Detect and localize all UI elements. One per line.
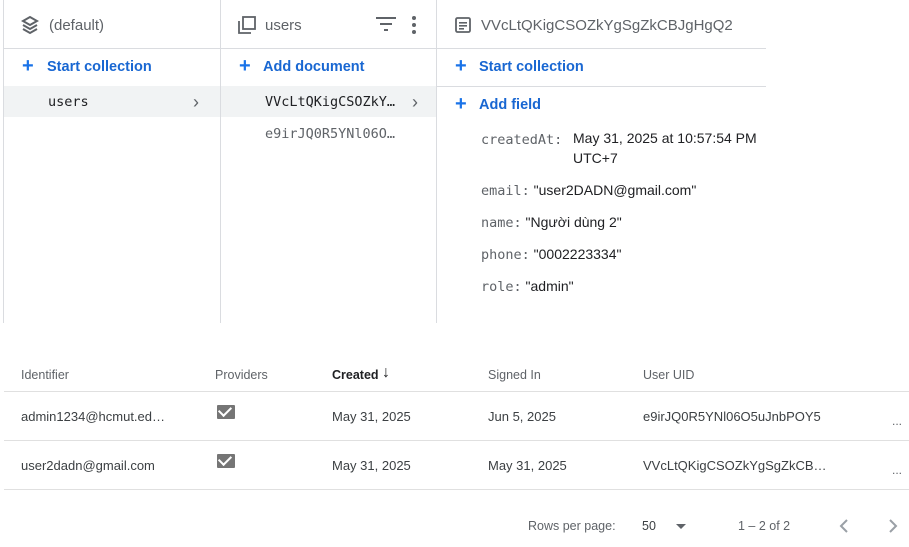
column-header-uid[interactable]: User UID <box>643 368 694 382</box>
cell-uid: e9irJQ0R5YNl06O5uJnbPOY5 <box>643 409 821 424</box>
cell-created: May 31, 2025 <box>332 458 411 473</box>
field-email[interactable]: email: "user2DADN@gmail.com" <box>481 182 696 199</box>
document-id-label: VVcLtQKigCSOZkYgSgZkCBJgHgQ2 <box>265 94 403 110</box>
mail-icon <box>217 454 235 468</box>
plus-icon: + <box>455 93 467 115</box>
field-value-line2: UTC+7 <box>573 150 618 166</box>
rows-per-page-value: 50 <box>642 519 656 533</box>
pagination-range: 1 – 2 of 2 <box>738 519 791 533</box>
collection-item-users[interactable]: users › <box>4 86 221 117</box>
cell-identifier: admin1234@hcmut.edu.vn <box>21 409 166 424</box>
document-column-header: VVcLtQKigCSOZkYgSgZkCBJgHgQ2 <box>437 0 766 49</box>
collection-column: users + Add document VVcLtQKigCSOZkYgSgZ… <box>220 0 437 323</box>
collection-item-label: users <box>48 94 89 110</box>
add-field-label: Add field <box>479 97 542 113</box>
chevron-right-icon[interactable] <box>888 519 898 533</box>
chevron-right-icon: › <box>193 92 199 112</box>
column-header-providers: Providers <box>215 368 268 382</box>
field-key: createdAt: <box>481 132 563 148</box>
dropdown-arrow-icon <box>676 524 686 529</box>
cell-uid: VVcLtQKigCSOZkYgSgZkCBJgHgQ2 <box>643 458 831 473</box>
add-document-label: Add document <box>263 59 365 75</box>
more-vert-icon[interactable] <box>411 15 417 35</box>
document-item-selected[interactable]: VVcLtQKigCSOZkYgSgZkCBJgHgQ2 › <box>221 86 437 117</box>
column-header-identifier[interactable]: Identifier <box>21 368 69 382</box>
collection-icon <box>238 16 256 34</box>
filter-icon[interactable] <box>376 17 396 31</box>
field-role[interactable]: role: "admin" <box>481 278 574 295</box>
chevron-right-icon: › <box>412 92 418 112</box>
cell-signed-in: May 31, 2025 <box>488 458 567 473</box>
field-value-line1: May 31, 2025 at 10:57:54 PM <box>573 130 757 146</box>
rows-per-page-label: Rows per page: <box>528 519 616 533</box>
collection-title: users <box>265 17 302 34</box>
start-collection-label: Start collection <box>479 59 584 75</box>
field-value: "0002223334" <box>533 246 622 262</box>
cell-created: May 31, 2025 <box>332 409 411 424</box>
plus-icon: + <box>455 55 467 77</box>
field-value: "user2DADN@gmail.com" <box>533 182 697 198</box>
collection-column-header: users <box>221 0 437 49</box>
field-key: role: <box>481 279 522 295</box>
chevron-left-icon[interactable] <box>839 519 849 533</box>
document-item[interactable]: e9irJQ0R5YNl06O5uJnbPOY5 <box>221 118 437 149</box>
database-stack-icon <box>20 15 40 35</box>
rows-per-page-select[interactable]: 50 <box>640 514 690 538</box>
firestore-data-panel: (default) + Start collection users › use… <box>0 0 766 323</box>
database-title: (default) <box>49 17 105 34</box>
divider <box>4 489 909 490</box>
field-value: "admin" <box>525 278 574 294</box>
row-menu-icon[interactable]: ... <box>892 463 902 477</box>
root-column-header: (default) <box>4 0 221 49</box>
document-icon <box>455 17 471 33</box>
field-key: name: <box>481 215 522 231</box>
field-value: May 31, 2025 at 10:57:54 PM UTC+7 <box>573 130 757 166</box>
mail-icon <box>217 405 235 419</box>
cell-signed-in: Jun 5, 2025 <box>488 409 556 424</box>
plus-icon: + <box>22 55 34 77</box>
field-phone[interactable]: phone: "0002223334" <box>481 246 621 263</box>
cell-identifier: user2dadn@gmail.com <box>21 458 155 473</box>
column-header-created[interactable]: Created <box>332 368 379 382</box>
plus-icon: + <box>239 55 251 77</box>
field-value: "Người dùng 2" <box>525 214 622 230</box>
field-name[interactable]: name: "Người dùng 2" <box>481 214 622 231</box>
row-menu-icon[interactable]: ... <box>892 414 902 428</box>
field-createdAt[interactable]: createdAt: <box>481 131 562 148</box>
start-collection-button[interactable]: + Start collection <box>4 49 221 86</box>
start-collection-label: Start collection <box>47 59 152 75</box>
start-subcollection-button[interactable]: + Start collection <box>437 49 766 87</box>
root-column: (default) + Start collection users › <box>3 0 221 323</box>
add-field-button[interactable]: + Add field <box>437 87 766 124</box>
add-document-button[interactable]: + Add document <box>221 49 437 86</box>
field-key: phone: <box>481 247 530 263</box>
arrow-down-sort-icon[interactable]: ↓ <box>382 364 390 382</box>
field-key: email: <box>481 183 530 199</box>
document-id-label: e9irJQ0R5YNl06O5uJnbPOY5 <box>265 126 403 142</box>
column-header-signed-in[interactable]: Signed In <box>488 368 541 382</box>
document-title: VVcLtQKigCSOZkYgSgZkCBJgHgQ2 <box>481 17 733 34</box>
